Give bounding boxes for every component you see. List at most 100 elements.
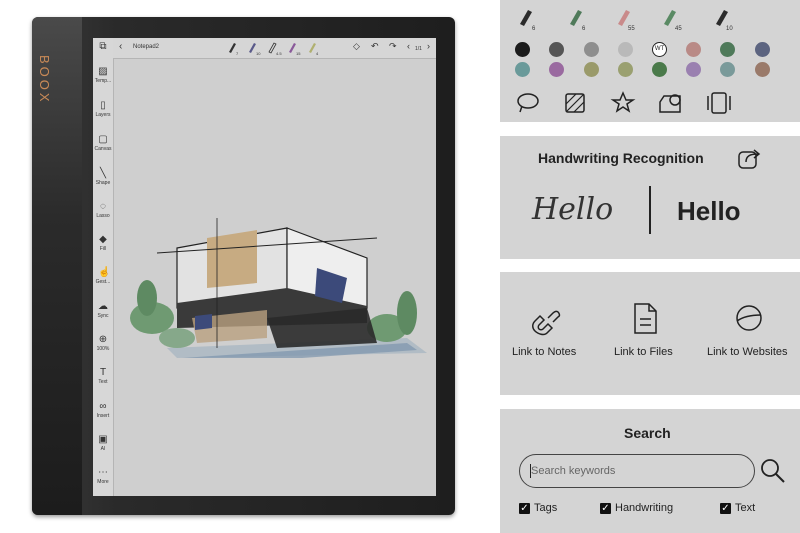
sync-icon: ☁ [98, 301, 108, 312]
tool-sidebar: ⧉ ▨ Temp... ▯ Layers ▢ Canvas ╲ Shape ◌ Lasso… [93, 38, 114, 496]
pen-row: 6 6 55 45 10 [520, 10, 733, 32]
search-icon[interactable] [759, 457, 787, 485]
color-swatch[interactable] [584, 62, 599, 77]
link-to-websites[interactable]: Link to Websites [707, 346, 788, 358]
color-swatch[interactable] [755, 42, 770, 57]
color-swatch[interactable] [549, 62, 564, 77]
pen-size-label: 6 [582, 26, 586, 32]
tags-checkbox[interactable]: ✓ [519, 503, 530, 514]
color-swatch[interactable] [686, 62, 701, 77]
tool-template[interactable]: ▨ Temp... [93, 66, 113, 85]
tool-canvas[interactable]: ▢ Canvas [93, 134, 113, 153]
pen-icon[interactable] [249, 43, 256, 53]
device-screen: ⧉ ▨ Temp... ▯ Layers ▢ Canvas ╲ Shape ◌ Lasso… [93, 38, 436, 496]
undo-icon[interactable]: ↶ [371, 41, 379, 52]
color-swatch[interactable] [720, 62, 735, 77]
pen-size-label: 10 [726, 26, 733, 32]
color-swatch[interactable] [549, 42, 564, 57]
more-icon: ⋯ [98, 467, 108, 478]
notebook-topbar: ‹ Notepad2 7 10 4.5 15 4 ◇ ↶ ↷ ‹ 1/1 › [113, 38, 436, 59]
tool-fill[interactable]: ◆ Fill [93, 234, 113, 253]
eraser-icon[interactable]: ◇ [353, 41, 360, 52]
shape-icon[interactable] [659, 94, 681, 113]
ai-icon: ▣ [98, 434, 108, 445]
handwriting-checkbox[interactable]: ✓ [600, 503, 611, 514]
next-page-icon[interactable]: › [427, 41, 430, 51]
tool-label: AI [100, 446, 106, 452]
tool-layers[interactable]: ▯ Layers [93, 101, 113, 119]
handwriting-panel: Handwriting Recognition Hello Hello [500, 136, 800, 259]
pen-size-label: 55 [628, 26, 635, 32]
tool-text[interactable]: T Text [93, 368, 113, 386]
panel-title: Handwriting Recognition [538, 150, 704, 166]
lasso-icon[interactable] [517, 93, 539, 113]
color-swatch[interactable] [720, 42, 735, 57]
pen-size: 15 [296, 51, 301, 56]
pen-black-2[interactable] [716, 10, 728, 26]
color-swatch[interactable] [652, 62, 667, 77]
tool-label: More [97, 479, 109, 485]
color-swatch[interactable] [584, 42, 599, 57]
architecture-sketch [130, 218, 427, 358]
search-panel: Search Search keywords ✓ Tags ✓ Handwrit… [500, 409, 800, 533]
panel-title: Search [624, 425, 671, 441]
star-icon[interactable] [610, 91, 636, 113]
pen-icon[interactable] [289, 43, 296, 53]
tool-label: Fill [99, 246, 107, 252]
brand-logo: BOOX [37, 55, 52, 105]
tool-sync[interactable]: ☁ Sync [93, 301, 113, 320]
link-icon: ∞ [99, 401, 107, 412]
pen-icon[interactable] [229, 43, 236, 53]
tool-ai[interactable]: ▣ AI [93, 434, 113, 453]
color-swatch[interactable] [515, 42, 530, 57]
fill-pattern-icon[interactable] [565, 93, 585, 113]
redo-icon[interactable]: ↷ [389, 41, 397, 52]
expand-icon: ⧉ [99, 41, 107, 52]
color-swatch[interactable] [515, 62, 530, 77]
template-icon: ▨ [98, 66, 108, 77]
white-swatch[interactable]: WT [652, 42, 667, 57]
prev-page-icon[interactable]: ‹ [407, 41, 410, 51]
tags-label: Tags [534, 502, 558, 514]
tool-lasso[interactable]: ◌ Lasso [93, 201, 113, 220]
tool-shape[interactable]: ╲ Shape [93, 168, 113, 187]
pen-pink[interactable] [618, 10, 630, 26]
file-icon [634, 303, 657, 334]
fill-icon: ◆ [99, 234, 107, 245]
tool-more[interactable]: ⋯ More [93, 467, 113, 486]
color-swatch[interactable] [618, 62, 633, 77]
tool-label: Gest... [95, 279, 111, 285]
pen-green-2[interactable] [664, 10, 676, 26]
color-swatch[interactable] [686, 42, 701, 57]
search-input[interactable]: Search keywords [519, 454, 755, 488]
handwriting-label: Handwriting [615, 502, 674, 514]
tool-label: Insert [96, 413, 110, 419]
share-icon[interactable] [736, 146, 764, 172]
tool-label: 100% [96, 346, 110, 352]
pen-size-label: 45 [675, 26, 682, 32]
text-checkbox[interactable]: ✓ [720, 503, 731, 514]
back-chevron-icon[interactable]: ‹ [119, 41, 122, 52]
pen-black[interactable] [520, 10, 532, 26]
link-to-notes[interactable]: Link to Notes [512, 346, 576, 358]
link-to-files[interactable]: Link to Files [614, 346, 673, 358]
pen-icon[interactable] [309, 43, 316, 53]
pen-icon[interactable] [268, 42, 277, 54]
tool-label: Canvas [94, 146, 112, 152]
canvas-icon: ▢ [98, 134, 108, 145]
lasso-icon: ◌ [100, 201, 106, 212]
color-swatch[interactable] [755, 62, 770, 77]
tool-zoom[interactable]: ⊕ 100% [93, 335, 113, 353]
divider [649, 186, 651, 234]
notebook-title: Notepad2 [133, 44, 160, 50]
color-swatch[interactable] [618, 42, 633, 57]
tool-label: Sync [97, 313, 109, 319]
tool-insert[interactable]: ∞ Insert [93, 401, 113, 420]
tool-label: Layers [95, 112, 111, 118]
tool-gesture[interactable]: ☝ Gest... [93, 268, 113, 286]
recognized-text: Hello [677, 196, 741, 226]
expand-button[interactable]: ⧉ [93, 42, 113, 53]
pen-green[interactable] [570, 10, 582, 26]
shape-icon: ╲ [99, 168, 107, 179]
layers-icon[interactable] [707, 92, 731, 114]
